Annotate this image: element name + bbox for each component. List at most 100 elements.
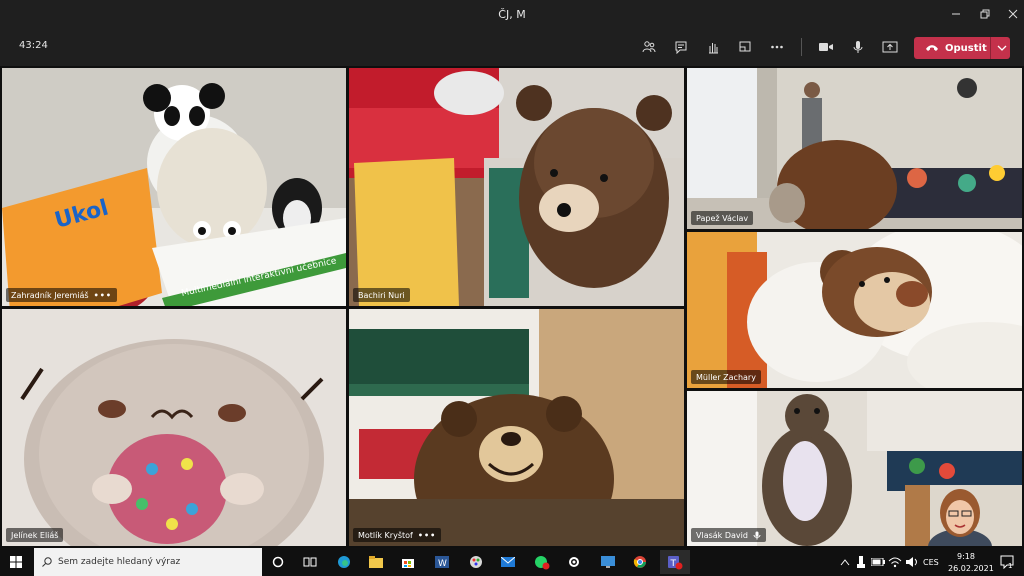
battery-icon <box>871 558 885 566</box>
search-icon <box>42 557 52 567</box>
svg-text:W: W <box>438 559 447 569</box>
taskbar-app-chrome[interactable] <box>628 550 652 574</box>
restore-icon <box>980 9 990 19</box>
window-title: ČJ, M <box>498 7 526 21</box>
action-center-button[interactable]: 1 <box>995 550 1019 574</box>
battery-button[interactable] <box>870 550 886 574</box>
toolbar-separator <box>801 38 802 56</box>
microphone-button[interactable] <box>847 36 869 58</box>
volume-button[interactable] <box>904 550 920 574</box>
word-icon: W <box>435 556 449 569</box>
rooms-icon <box>739 41 751 52</box>
teams-icon: T <box>668 556 683 570</box>
participant-name: Zahradník Jeremiáš <box>11 290 89 300</box>
participant-name-tag: Bachiri Nuri <box>353 288 410 302</box>
close-button[interactable] <box>998 0 1024 28</box>
reactions-button[interactable] <box>702 36 724 58</box>
cortana-icon <box>272 556 284 568</box>
chat-button[interactable] <box>670 36 692 58</box>
taskbar-app-settings[interactable] <box>562 550 586 574</box>
taskbar-app-file-explorer[interactable] <box>364 550 388 574</box>
taskbar-app-remote[interactable] <box>596 550 620 574</box>
leave-label: Opustit <box>945 42 987 54</box>
meeting-timer: 43:24 <box>19 40 48 51</box>
minimize-icon <box>952 13 960 15</box>
participant-name: Müller Zachary <box>696 372 756 382</box>
video-tile[interactable]: Motlík Kryštof ••• <box>349 309 684 546</box>
video-tile[interactable]: Bachiri Nuri <box>349 68 684 306</box>
maximize-button[interactable] <box>970 0 1000 28</box>
paint-icon <box>470 556 482 568</box>
meeting-toolbar: 43:24 Opustit <box>0 28 1024 66</box>
participant-more-button[interactable]: ••• <box>94 291 112 300</box>
language-indicator[interactable]: CES <box>923 558 939 567</box>
breakout-rooms-button[interactable] <box>734 36 756 58</box>
taskbar-app-whatsapp[interactable] <box>530 550 554 574</box>
taskbar-app-paint[interactable] <box>464 550 488 574</box>
chat-icon <box>675 41 687 54</box>
clock-date[interactable]: 26.02.2021 <box>948 564 994 573</box>
cortana-button[interactable] <box>266 550 290 574</box>
camera-button[interactable] <box>815 36 837 58</box>
participant-name: Vlasák David <box>696 530 748 540</box>
chevron-down-icon[interactable] <box>996 42 1008 54</box>
tray-item[interactable] <box>853 550 869 574</box>
participant-name: Motlík Kryštof <box>358 530 413 540</box>
video-feed-image <box>687 68 1022 229</box>
microphone-icon <box>853 41 863 53</box>
video-tile[interactable]: Papež Václav <box>687 68 1022 229</box>
participant-name: Bachiri Nuri <box>358 290 405 300</box>
network-button[interactable] <box>887 550 903 574</box>
taskbar-app-word[interactable]: W <box>430 550 454 574</box>
more-actions-button[interactable] <box>766 36 788 58</box>
show-hidden-icons-button[interactable] <box>838 550 852 574</box>
usb-icon <box>857 556 865 568</box>
taskbar-app-mail[interactable] <box>496 550 520 574</box>
minimize-button[interactable] <box>941 0 971 28</box>
leave-divider <box>990 37 991 59</box>
participants-button[interactable] <box>638 36 660 58</box>
taskbar-app-edge[interactable] <box>332 550 356 574</box>
self-view-video[interactable] <box>905 485 1022 546</box>
chevron-up-icon <box>840 559 850 566</box>
leave-button[interactable]: Opustit <box>914 37 1010 59</box>
video-tile[interactable]: Jelínek Eliáš <box>2 309 346 546</box>
participant-name-tag: Motlík Kryštof ••• <box>353 528 442 542</box>
participant-name-tag: Vlasák David <box>691 528 766 542</box>
whatsapp-icon <box>535 556 550 570</box>
start-button[interactable] <box>0 548 32 576</box>
taskbar-app-store[interactable] <box>396 550 420 574</box>
video-feed-image <box>349 68 684 306</box>
video-tile[interactable]: Ukol Multimediální interaktivní učebnice… <box>2 68 346 306</box>
mail-icon <box>501 557 515 567</box>
participant-name: Jelínek Eliáš <box>11 530 59 540</box>
share-screen-button[interactable] <box>879 36 901 58</box>
microphone-muted-icon <box>753 531 761 539</box>
folder-icon <box>369 556 383 568</box>
taskbar-app-teams[interactable]: T <box>660 550 690 574</box>
task-view-icon <box>303 557 317 567</box>
windows-taskbar: Sem zadejte hledaný výraz W T CES 9:18 2… <box>0 548 1024 576</box>
participant-name: Papež Václav <box>696 213 749 223</box>
hang-up-icon <box>926 45 938 51</box>
video-feed-image: Ukol Multimediální interaktivní učebnice <box>2 68 346 306</box>
taskbar-search[interactable]: Sem zadejte hledaný výraz <box>34 548 262 576</box>
clock-time[interactable]: 9:18 <box>957 552 975 561</box>
gear-icon <box>569 557 579 567</box>
participant-name-tag: Zahradník Jeremiáš ••• <box>6 288 117 302</box>
people-icon <box>642 41 656 53</box>
task-view-button[interactable] <box>298 550 322 574</box>
participant-name-tag: Papež Václav <box>691 211 754 225</box>
remote-desktop-icon <box>601 556 615 568</box>
close-icon <box>1008 9 1018 19</box>
video-tile[interactable]: Müller Zachary <box>687 232 1022 388</box>
volume-icon <box>906 557 917 567</box>
title-bar: ČJ, M <box>0 0 1024 28</box>
edge-icon <box>338 556 350 568</box>
store-icon <box>402 559 414 568</box>
video-feed-image <box>349 309 684 546</box>
search-placeholder: Sem zadejte hledaný výraz <box>58 557 181 567</box>
participant-more-button[interactable]: ••• <box>418 531 436 540</box>
raise-hand-icon <box>709 43 718 54</box>
participant-name-tag: Müller Zachary <box>691 370 761 384</box>
